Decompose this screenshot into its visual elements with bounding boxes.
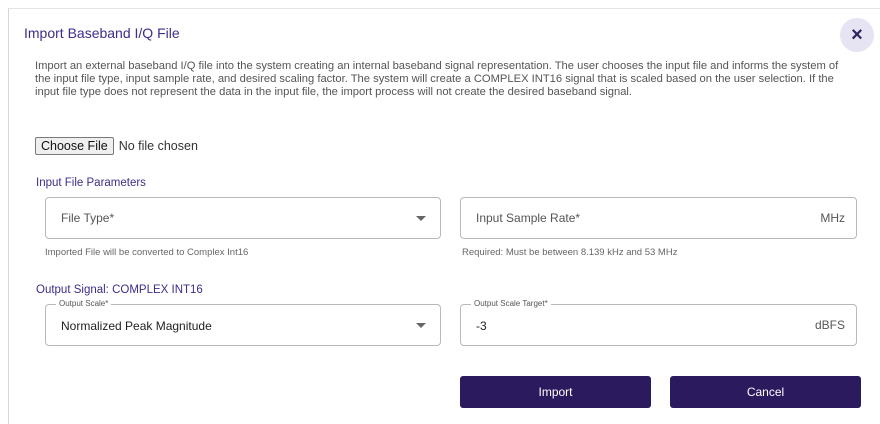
sample-rate-placeholder: Input Sample Rate* bbox=[476, 211, 581, 225]
file-type-helper: Imported File will be converted to Compl… bbox=[45, 247, 249, 258]
close-button[interactable]: × bbox=[840, 18, 874, 52]
import-button[interactable]: Import bbox=[460, 376, 651, 408]
file-type-select[interactable]: File Type* bbox=[45, 197, 441, 239]
sample-rate-input[interactable]: Input Sample Rate* MHz bbox=[460, 197, 857, 239]
output-scale-label: Output Scale* bbox=[56, 299, 112, 309]
chevron-down-icon bbox=[416, 323, 426, 328]
output-scale-target-unit: dBFS bbox=[814, 318, 845, 332]
sample-rate-helper: Required: Must be between 8.139 kHz and … bbox=[462, 247, 678, 258]
choose-file-button[interactable]: Choose File bbox=[35, 137, 114, 155]
output-scale-target-value: -3 bbox=[476, 319, 487, 333]
cancel-button[interactable]: Cancel bbox=[670, 376, 861, 408]
output-scale-value: Normalized Peak Magnitude bbox=[61, 319, 212, 333]
dialog-description: Import an external baseband I/Q file int… bbox=[35, 60, 839, 98]
close-icon: × bbox=[851, 23, 863, 46]
dialog-title: Import Baseband I/Q File bbox=[24, 25, 180, 41]
file-input-row: Choose File No file chosen bbox=[35, 137, 198, 155]
output-scale-target-label: Output Scale Target* bbox=[471, 299, 551, 309]
file-status: No file chosen bbox=[118, 139, 198, 153]
chevron-down-icon bbox=[416, 216, 426, 221]
output-scale-target-input[interactable]: Output Scale Target* -3 dBFS bbox=[460, 299, 857, 346]
input-params-label: Input File Parameters bbox=[36, 177, 146, 189]
output-signal-label: Output Signal: COMPLEX INT16 bbox=[36, 284, 203, 296]
output-scale-select[interactable]: Output Scale* Normalized Peak Magnitude bbox=[45, 299, 441, 346]
file-type-placeholder: File Type* bbox=[61, 211, 115, 225]
sample-rate-unit: MHz bbox=[820, 211, 845, 225]
